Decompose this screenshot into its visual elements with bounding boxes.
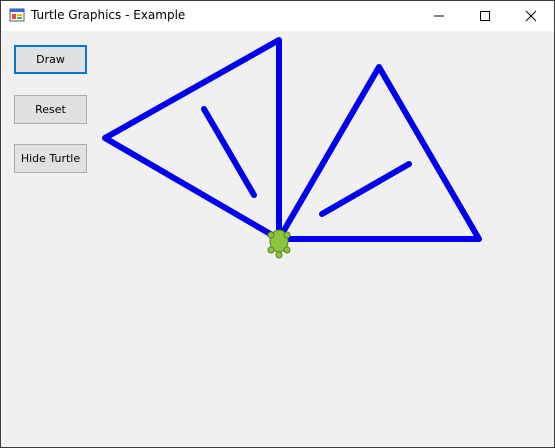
- turtle-icon: [267, 229, 291, 259]
- window-title: Turtle Graphics - Example: [31, 8, 186, 22]
- left-inner-stroke: [201, 106, 257, 198]
- hide-turtle-button[interactable]: Hide Turtle: [14, 144, 87, 173]
- title-bar[interactable]: Turtle Graphics - Example: [1, 1, 554, 31]
- minimize-icon: [434, 15, 444, 17]
- close-icon: [525, 10, 537, 22]
- client-area: Draw Reset Hide Turtle: [1, 31, 554, 447]
- right-triangle-stroke: [276, 64, 482, 242]
- right-inner-stroke: [319, 161, 412, 217]
- app-icon: [9, 8, 25, 22]
- drawing-canvas: [102, 37, 482, 259]
- maximize-icon: [480, 11, 490, 21]
- maximize-button[interactable]: [462, 1, 508, 31]
- draw-button[interactable]: Draw: [14, 45, 87, 74]
- app-window: Turtle Graphics - Example Draw Reset Hid…: [0, 0, 555, 448]
- reset-button[interactable]: Reset: [14, 95, 87, 124]
- left-triangle-stroke: [102, 37, 282, 242]
- close-button[interactable]: [508, 1, 554, 31]
- minimize-button[interactable]: [416, 1, 462, 31]
